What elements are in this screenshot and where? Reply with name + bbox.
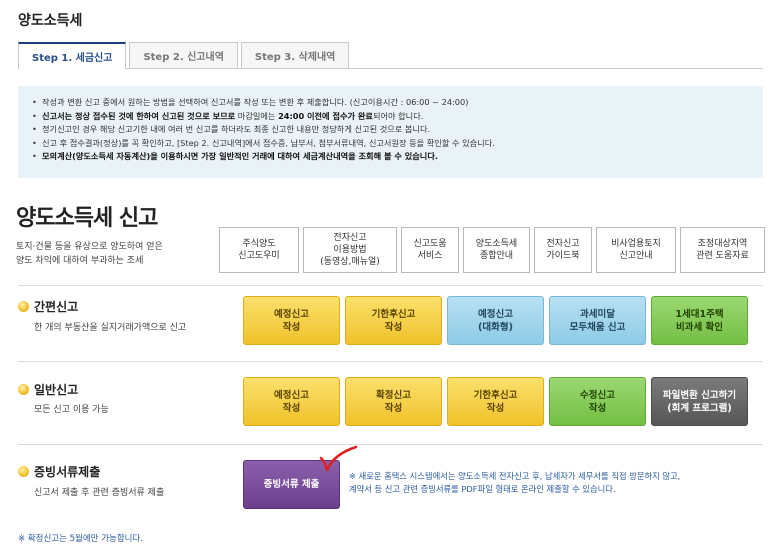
section-desc-line: 양도 차익에 대하여 부과하는 조세 [16, 256, 144, 266]
simple-filing-desc: 한 개의 부동산을 실지거래가액으로 신고 [34, 323, 187, 333]
notice-text: 마감일에는 [235, 110, 279, 121]
cert-note-line: ※ 새로운 홈택스 시스템에서는 양도소득세 전자신고 후, 납세자가 세무서를… [349, 471, 681, 481]
simple-prefilled-button[interactable]: 과세미달 모두채움 신고 [549, 296, 646, 345]
simple-exemption-button[interactable]: 1세대1주택 비과세 확인 [651, 296, 748, 345]
tab-step3[interactable]: Step 3. 삭제내역 [240, 42, 350, 68]
quick-link-overview[interactable]: 양도소득세 종합안내 [463, 227, 530, 273]
quick-link-adjusted-area[interactable]: 조정대상지역 관련 도움자료 [680, 227, 765, 273]
step-tabs: Step 1. 세금신고 Step 2. 신고내역 Step 3. 삭제내역 [18, 42, 352, 69]
bullet-icon [18, 384, 29, 395]
general-preliminary-button[interactable]: 예정신고 작성 [243, 377, 340, 426]
tab-divider [18, 68, 763, 69]
quick-link-stock-helper[interactable]: 주식양도 신고도우미 [219, 227, 299, 273]
cert-note: ※ 새로운 홈택스 시스템에서는 양도소득세 전자신고 후, 납세자가 세무서를… [349, 470, 680, 496]
general-late-button[interactable]: 기한후신고 작성 [447, 377, 544, 426]
general-file-convert-button[interactable]: 파일변환 신고하기 (회계 프로그램) [651, 377, 748, 426]
quick-links: 주식양도 신고도우미 전자신고 이용방법 (동영상,매뉴얼) 신고도움 서비스 … [219, 227, 769, 273]
notice-text: 되어야 합니다. [372, 110, 424, 121]
notice-line: 신고서는 정상 접수된 것에 한하여 신고된 것으로 보므로 마감일에는 24:… [32, 110, 749, 124]
bullet-icon [18, 466, 29, 477]
simple-preliminary-button[interactable]: 예정신고 작성 [243, 296, 340, 345]
divider [18, 361, 763, 362]
general-amended-button[interactable]: 수정신고 작성 [549, 377, 646, 426]
simple-interactive-button[interactable]: 예정신고 (대화형) [447, 296, 544, 345]
divider [18, 285, 763, 286]
section-title: 양도소득세 신고 [16, 206, 158, 231]
general-filing-buttons: 예정신고 작성 확정신고 작성 기한후신고 작성 수정신고 작성 파일변환 신고… [243, 377, 753, 426]
quick-link-guidebook[interactable]: 전자신고 가이드북 [534, 227, 592, 273]
simple-late-button[interactable]: 기한후신고 작성 [345, 296, 442, 345]
red-check-annotation-icon [319, 445, 358, 472]
notice-line: 신고 후 접수결과(정상)를 꼭 확인하고, [Step 2. 신고내역]에서 … [32, 137, 749, 151]
cert-submit-desc: 신고서 제출 후 관련 증빙서류 제출 [34, 488, 165, 498]
general-final-button[interactable]: 확정신고 작성 [345, 377, 442, 426]
quick-link-land-guide[interactable]: 비사업용토지 신고안내 [596, 227, 676, 273]
tab-step1[interactable]: Step 1. 세금신고 [18, 42, 127, 69]
simple-filing-title: 간편신고 [34, 300, 79, 314]
quick-link-usage-guide[interactable]: 전자신고 이용방법 (동영상,매뉴얼) [303, 227, 397, 273]
notice-line: 정기신고인 경우 해당 신고기한 내에 여러 번 신고를 하더라도 최종 신고한… [32, 123, 749, 137]
general-filing-title: 일반신고 [34, 383, 79, 397]
quick-link-help-service[interactable]: 신고도움 서비스 [401, 227, 459, 273]
notice-strong: 모의계산(양도소득세 자동계산)을 이용하시면 가장 일반적인 거래에 대하여 … [42, 151, 438, 162]
notice-strong: 24:00 이전에 접수가 완료 [278, 110, 373, 121]
cert-submit-title: 증빙서류제출 [34, 465, 101, 479]
page-title: 양도소득세 [18, 13, 83, 29]
bullet-icon [18, 301, 29, 312]
tab-step2[interactable]: Step 2. 신고내역 [129, 42, 238, 68]
divider [18, 444, 763, 445]
notice-strong: 신고서는 정상 접수된 것에 한하여 신고된 것으로 보므로 [42, 110, 236, 121]
cert-note-line: 계약서 등 신고 관련 증빙서류를 PDF파일 형태로 온라인 제출할 수 있습… [349, 484, 616, 494]
section-description: 토지·건물 등을 유상으로 양도하여 얻은 양도 차익에 대하여 부과하는 조세 [16, 240, 163, 268]
notice-line: 모의계산(양도소득세 자동계산)을 이용하시면 가장 일반적인 거래에 대하여 … [32, 150, 749, 164]
footnote: ※ 확정신고는 5월에만 가능합니다. [18, 534, 143, 544]
notice-line: 작성과 변환 신고 중에서 원하는 방법을 선택하여 신고서를 작성 또는 변환… [32, 96, 749, 110]
notice-box: 작성과 변환 신고 중에서 원하는 방법을 선택하여 신고서를 작성 또는 변환… [18, 86, 763, 178]
simple-filing-buttons: 예정신고 작성 기한후신고 작성 예정신고 (대화형) 과세미달 모두채움 신고… [243, 296, 753, 345]
section-desc-line: 토지·건물 등을 유상으로 양도하여 얻은 [16, 242, 163, 252]
general-filing-desc: 모든 신고 이용 가능 [34, 405, 109, 415]
